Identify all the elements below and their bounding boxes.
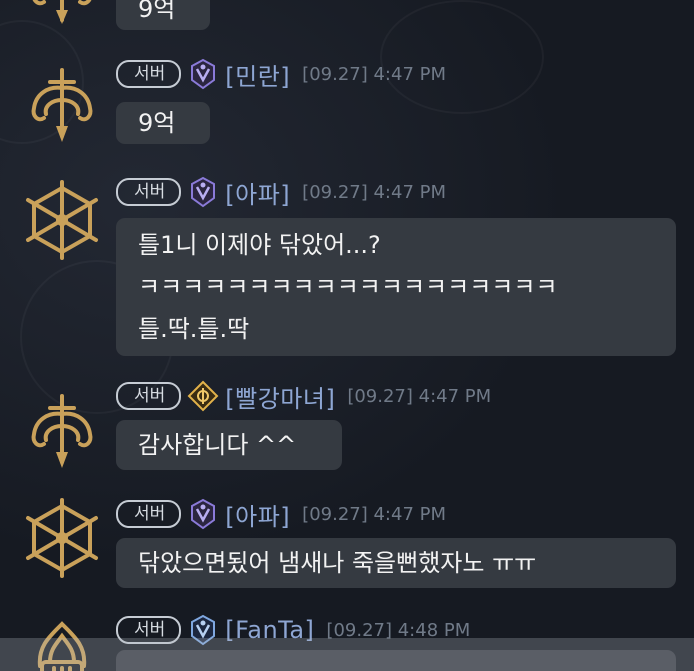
star-swords-emblem-icon: [20, 178, 104, 262]
message-text: 틀.딱.틀.딱: [138, 315, 250, 343]
dagger-emblem-icon: [20, 62, 104, 146]
message-header: 서버 [아파] [09.27] 4:47 PM: [116, 175, 446, 210]
timestamp: [09.27] 4:47 PM: [347, 385, 492, 407]
purple-crest-icon: [187, 58, 219, 90]
background-decoration: [380, 0, 544, 114]
message-bubble-partial: [116, 650, 676, 671]
star-swords-emblem-icon: [20, 496, 104, 580]
gold-diamond-icon: [187, 380, 219, 412]
timestamp: [09.27] 4:47 PM: [302, 63, 446, 85]
sender-name[interactable]: [민란]: [225, 57, 290, 92]
message-bubble: 9억: [116, 0, 210, 30]
timestamp: [09.27] 4:47 PM: [302, 503, 446, 525]
message-bubble: 9억: [116, 102, 210, 144]
message-header: 서버 [빨강마녀] [09.27] 4:47 PM: [116, 379, 492, 414]
server-badge: 서버: [116, 60, 182, 88]
message-text: 닦았으면됬어 냄새나 죽을뻔했자노 ㅠㅠ: [138, 549, 537, 577]
message-bubble: 틀1니 이제야 닦았어...? ㅋㅋㅋㅋㅋㅋㅋㅋㅋㅋㅋㅋㅋㅋㅋㅋㅋㅋㅋ 틀.딱.…: [116, 218, 676, 356]
server-badge: 서버: [116, 178, 182, 206]
purple-crest-icon: [187, 498, 219, 530]
purple-crest-icon: [187, 176, 219, 208]
message-header: 서버 [아파] [09.27] 4:47 PM: [116, 497, 446, 532]
message-header: 서버 [민란] [09.27] 4:47 PM: [116, 57, 446, 92]
dagger-emblem-icon: [20, 0, 104, 28]
dagger-emblem-icon: [20, 388, 104, 472]
message-text: 9억: [138, 0, 176, 23]
chat-window: 9억 서버 [민란] [09.27] 4:47 PM 9억 서버 [아파] [0…: [0, 0, 694, 671]
sender-name[interactable]: [아파]: [225, 497, 290, 532]
message-text: ㅋㅋㅋㅋㅋㅋㅋㅋㅋㅋㅋㅋㅋㅋㅋㅋㅋㅋㅋ: [138, 273, 558, 301]
sender-name[interactable]: [아파]: [225, 175, 290, 210]
server-badge: 서버: [116, 500, 182, 528]
sender-name[interactable]: [빨강마녀]: [225, 379, 335, 414]
message-bubble: 감사합니다 ^^: [116, 420, 342, 470]
message-text: 9억: [138, 109, 176, 137]
message-text: 틀1니 이제야 닦았어...?: [138, 231, 381, 259]
message-bubble: 닦았으면됬어 냄새나 죽을뻔했자노 ㅠㅠ: [116, 538, 676, 588]
message-text: 감사합니다 ^^: [138, 431, 297, 459]
timestamp: [09.27] 4:47 PM: [302, 181, 446, 203]
server-badge: 서버: [116, 382, 182, 410]
